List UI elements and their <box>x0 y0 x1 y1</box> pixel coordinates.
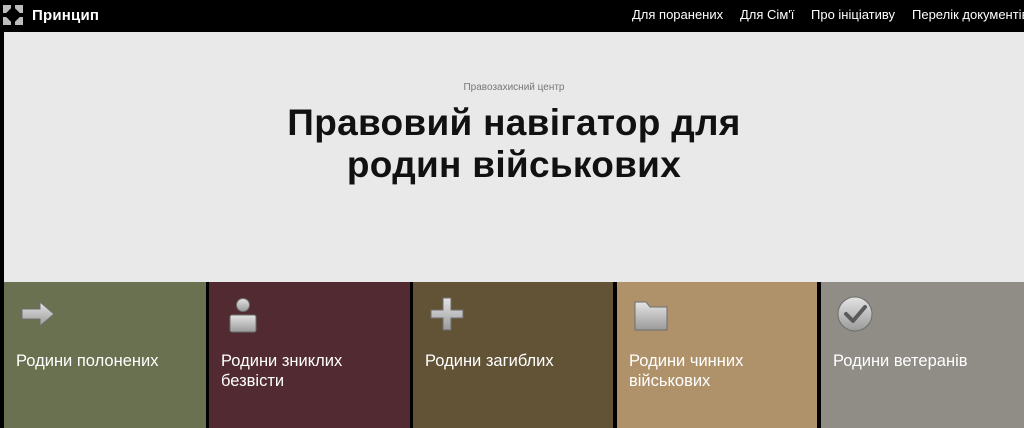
main-nav: Для поранених Для Сім'ї Про ініціативу П… <box>0 7 1024 25</box>
card-label: Родини чинних військових <box>629 352 744 390</box>
folder-icon <box>634 301 668 331</box>
card-missing-families[interactable]: Родини зниклих безвісти <box>209 282 410 428</box>
card-active-military-families[interactable]: Родини чинних військових <box>617 282 817 428</box>
checkmark-circle-icon <box>837 296 873 332</box>
title-line-1: Правовий навігатор для <box>287 102 741 143</box>
card-label: Родини загиблих <box>425 352 554 370</box>
hero-subtitle: Правозахисний центр <box>463 82 565 93</box>
person-icon <box>229 298 257 333</box>
card-label: Родини зниклих безвісти <box>221 352 343 390</box>
nav-link-documents[interactable]: Перелік документів <box>912 7 1024 22</box>
top-bar: Принцип Для поранених Для Сім'ї Про ініц… <box>0 0 1024 32</box>
card-label: Родини ветеранів <box>833 352 968 370</box>
hero-section: Правозахисний центр Правовий навігатор д… <box>4 32 1024 282</box>
page-title: Правовий навігатор для родин військових <box>4 102 1024 186</box>
title-line-2: родин військових <box>346 144 682 185</box>
nav-link-about[interactable]: Про ініціативу <box>811 7 895 22</box>
card-label: Родини полонених <box>16 352 159 370</box>
card-veterans-families[interactable]: Родини ветеранів <box>821 282 1024 428</box>
arrow-right-icon <box>21 300 55 328</box>
nav-link-family[interactable]: Для Сім'ї <box>740 7 794 22</box>
plus-icon <box>430 297 464 331</box>
category-cards: Родини полонених Родини зниклих безвісти… <box>4 282 1024 428</box>
card-prisoners-families[interactable]: Родини полонених <box>4 282 206 428</box>
card-fallen-families[interactable]: Родини загиблих <box>413 282 613 428</box>
nav-link-wounded[interactable]: Для поранених <box>632 7 723 22</box>
